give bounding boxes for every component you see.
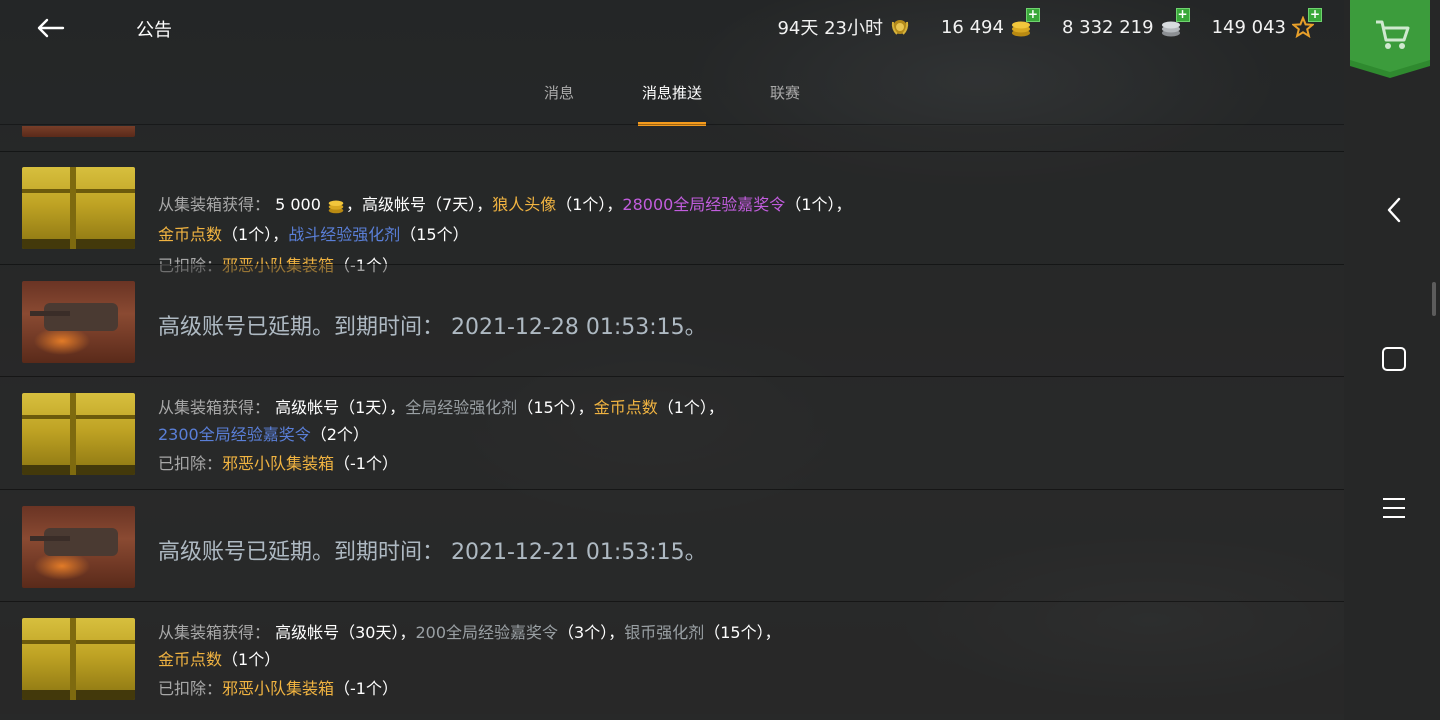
reward-item: 银币强化剂 <box>624 623 705 642</box>
tab-league[interactable]: 联赛 <box>770 82 800 126</box>
crate-thumbnail <box>22 618 135 700</box>
reward-line-1: 从集装箱获得： 高级帐号（1天），全局经验强化剂（15个），金币点数（1个）， <box>158 394 724 422</box>
deducted-label: 已扣除： <box>158 454 223 473</box>
scrollbar-thumb[interactable] <box>1432 282 1436 316</box>
reward-line-1: 从集装箱获得： 5 000 ，高级帐号（7天），狼人头像（1个），28000全局… <box>158 191 852 219</box>
list-item[interactable]: 从集装箱获得： 5 000 ，高级帐号（7天），狼人头像（1个），28000全局… <box>0 151 1344 275</box>
reward-item: 狼人头像 <box>492 195 557 214</box>
reward-item: （1个）， <box>556 195 623 214</box>
back-button[interactable] <box>30 12 70 44</box>
reward-line-1: 从集装箱获得： 高级帐号（30天），200全局经验嘉奖令（3个），银币强化剂（1… <box>158 619 781 647</box>
reward-item: ，高级帐号（7天）， <box>346 195 493 214</box>
star-icon: + <box>1290 8 1322 39</box>
silver-balance[interactable]: 8 332 219 + <box>1061 8 1190 38</box>
nav-menu-button[interactable] <box>1374 488 1414 528</box>
reward-item: （15个）， <box>517 398 594 417</box>
reward-item: （2个） <box>310 425 369 444</box>
reward-item: （1个）， <box>785 195 852 214</box>
chevron-left-icon <box>1387 197 1401 223</box>
shop-button[interactable] <box>1350 0 1430 78</box>
list-item[interactable]: 从集装箱获得： 高级帐号（30天），200全局经验嘉奖令（3个），银币强化剂（1… <box>0 601 1344 714</box>
deducted-count: （-1个） <box>334 454 398 473</box>
add-free-xp-icon[interactable]: + <box>1308 8 1322 22</box>
crate-thumbnail <box>22 167 135 249</box>
reward-item: 200全局经验嘉奖令 <box>415 623 559 642</box>
silver-coins-icon: + <box>1160 8 1190 38</box>
page-title: 公告 <box>136 20 172 41</box>
list-item-partial <box>0 126 1344 151</box>
free-xp-balance[interactable]: 149 043 + <box>1211 8 1322 39</box>
reward-item: 全局经验强化剂 <box>405 398 518 417</box>
deducted-item: 邪恶小队集装箱 <box>222 454 335 473</box>
reward-label: 从集装箱获得： <box>158 623 271 642</box>
reward-item: （15个） <box>400 225 469 244</box>
deducted-item: 邪恶小队集装箱 <box>222 679 335 698</box>
reward-line-2: 2300全局经验嘉奖令（2个） <box>158 421 369 449</box>
reward-item: 金币点数 <box>158 650 223 669</box>
list-item[interactable]: 从集装箱获得： 高级帐号（1天），全局经验强化剂（15个），金币点数（1个）， … <box>0 376 1344 489</box>
tank-thumbnail <box>22 281 135 363</box>
reward-item: 28000全局经验嘉奖令 <box>622 195 786 214</box>
add-gold-icon[interactable]: + <box>1025 8 1040 22</box>
tank-thumbnail <box>22 506 135 588</box>
reward-item: （15个）， <box>704 623 781 642</box>
reward-item: （3个）， <box>558 623 625 642</box>
deducted-line: 已扣除：邪恶小队集装箱（-1个） <box>158 675 398 703</box>
reward-line-2: 金币点数（1个） <box>158 646 280 674</box>
free-xp-value: 149 043 <box>1211 16 1286 38</box>
reward-label: 从集装箱获得： <box>158 398 271 417</box>
reward-item: 2300全局经验嘉奖令 <box>158 425 311 444</box>
square-icon <box>1382 347 1406 371</box>
deducted-line: 已扣除：邪恶小队集装箱（-1个） <box>158 450 398 478</box>
cart-icon <box>1350 0 1430 78</box>
currency-bar: 94天 23小时 16 494 + 8 332 219 + 149 043 + <box>777 8 1322 40</box>
list-item[interactable]: 高级账号已延期。到期时间： 2021-12-21 01:53:15。 <box>0 489 1344 601</box>
message-list[interactable]: 从集装箱获得： 5 000 ，高级帐号（7天），狼人头像（1个），28000全局… <box>0 126 1344 720</box>
reward-item: （1个）， <box>657 398 724 417</box>
reward-item: 高级帐号（1天）， <box>275 398 406 417</box>
tab-bar: 消息 消息推送 联赛 <box>0 82 1344 126</box>
reward-line-2: 金币点数（1个），战斗经验强化剂（15个） <box>158 221 469 249</box>
premium-extended-text: 高级账号已延期。到期时间： 2021-12-28 01:53:15。 <box>158 315 707 340</box>
reward-label: 从集装箱获得： <box>158 195 271 214</box>
reward-item: （1个）， <box>222 225 289 244</box>
deducted-count: （-1个） <box>334 679 398 698</box>
gold-balance[interactable]: 16 494 + <box>940 8 1040 38</box>
gold-value: 16 494 <box>940 16 1004 38</box>
top-bar: 公告 94天 23小时 16 494 + 8 332 219 + 149 043… <box>0 0 1344 56</box>
reward-item: 5 000 <box>275 195 321 214</box>
reward-item: 战斗经验强化剂 <box>288 225 401 244</box>
tab-push-messages-label: 消息推送 <box>641 84 702 102</box>
add-silver-icon[interactable]: + <box>1175 8 1190 22</box>
crate-thumbnail <box>22 393 135 475</box>
premium-laurel-icon <box>889 16 911 38</box>
tabs-divider <box>0 124 1344 125</box>
tab-push-messages[interactable]: 消息推送 <box>637 82 706 126</box>
reward-item: （1个） <box>222 650 281 669</box>
tab-messages[interactable]: 消息 <box>544 82 574 126</box>
tab-messages-label: 消息 <box>543 84 574 102</box>
gold-coins-icon: + <box>1010 8 1040 38</box>
tab-league-label: 联赛 <box>770 84 801 102</box>
premium-time-value: 94天 23小时 <box>777 18 883 39</box>
arrow-left-icon <box>37 18 65 38</box>
premium-extended-text: 高级账号已延期。到期时间： 2021-12-21 01:53:15。 <box>158 540 707 565</box>
nav-back-button[interactable] <box>1374 190 1414 230</box>
nav-home-button[interactable] <box>1374 339 1414 379</box>
deducted-label: 已扣除： <box>158 679 223 698</box>
silver-value: 8 332 219 <box>1061 16 1154 38</box>
gold-coins-icon <box>328 200 344 213</box>
premium-time[interactable]: 94天 23小时 <box>777 14 911 40</box>
list-item[interactable]: 高级账号已延期。到期时间： 2021-12-28 01:53:15。 <box>0 264 1344 376</box>
reward-item: 金币点数 <box>158 225 223 244</box>
reward-item: 金币点数 <box>593 398 658 417</box>
reward-item: 高级帐号（30天）， <box>275 623 416 642</box>
menu-icon <box>1383 498 1405 518</box>
tank-thumbnail <box>22 126 135 137</box>
